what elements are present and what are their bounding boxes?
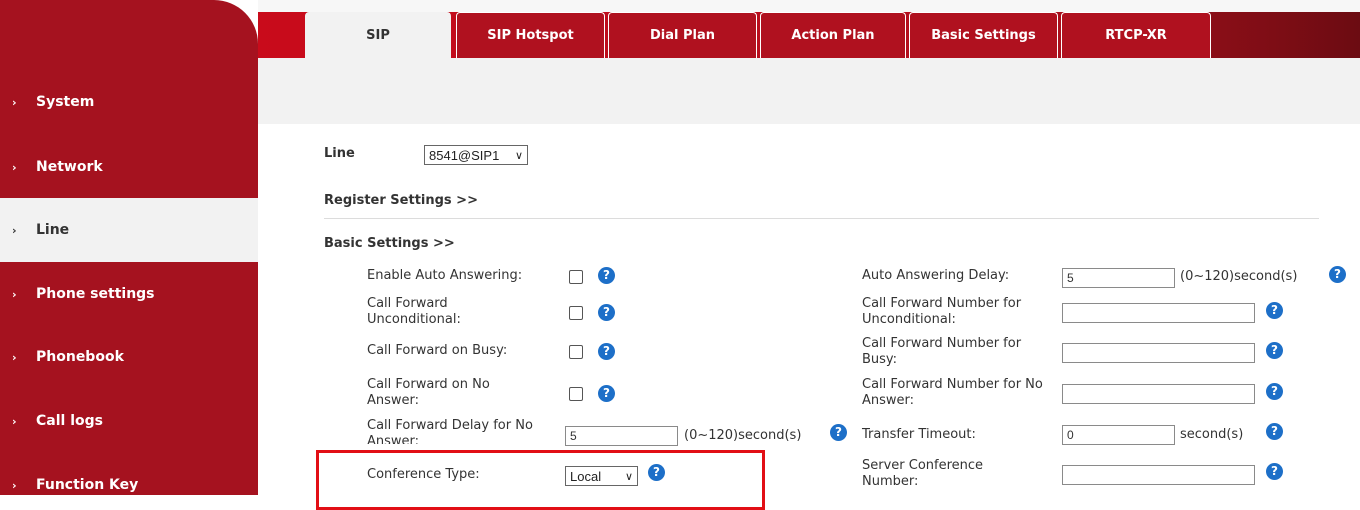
- sidebar-item-call-logs[interactable]: › Call logs: [0, 389, 258, 453]
- cf-number-no-answer-label: Call Forward Number for No Answer:: [862, 377, 1043, 408]
- help-icon[interactable]: ?: [1266, 383, 1283, 400]
- sidebar-item-network[interactable]: › Network: [0, 135, 258, 199]
- cf-delay-label: Call Forward Delay for No Answer:: [367, 418, 533, 444]
- sidebar-item-function-key[interactable]: › Function Key: [0, 453, 258, 495]
- cf-number-busy-label: Call Forward Number for Busy:: [862, 336, 1022, 367]
- cf-unconditional-checkbox[interactable]: [569, 306, 583, 320]
- sidebar-item-phonebook[interactable]: › Phonebook: [0, 325, 258, 389]
- cf-no-answer-checkbox[interactable]: [569, 387, 583, 401]
- enable-auto-answering-checkbox[interactable]: [569, 270, 583, 284]
- sidebar-item-system[interactable]: › System: [0, 70, 258, 134]
- section-divider: [324, 218, 1319, 219]
- server-conference-number-input[interactable]: [1062, 465, 1255, 485]
- cf-number-no-answer-input[interactable]: [1062, 384, 1255, 404]
- help-icon[interactable]: ?: [598, 343, 615, 360]
- register-settings-link[interactable]: Register Settings >>: [324, 193, 478, 209]
- sidebar-item-label: Function Key: [36, 477, 139, 493]
- cf-number-unconditional-label: Call Forward Number for Unconditional:: [862, 296, 1022, 327]
- auto-answer-delay-label: Auto Answering Delay:: [862, 268, 1010, 283]
- help-icon[interactable]: ?: [1266, 342, 1283, 359]
- line-select-value: 8541@SIP1: [429, 147, 500, 163]
- sidebar-item-phone-settings[interactable]: › Phone settings: [0, 262, 258, 326]
- sidebar-item-label: Call logs: [36, 413, 103, 429]
- chevron-right-icon: ›: [12, 350, 17, 364]
- cf-busy-checkbox[interactable]: [569, 345, 583, 359]
- transfer-timeout-label: Transfer Timeout:: [862, 427, 976, 442]
- auto-answer-delay-input[interactable]: 5: [1062, 268, 1175, 288]
- sidebar-item-label: System: [36, 94, 95, 110]
- sidebar-item-label: Phone settings: [36, 286, 155, 302]
- help-icon[interactable]: ?: [598, 267, 615, 284]
- help-icon[interactable]: ?: [1266, 302, 1283, 319]
- transfer-timeout-input[interactable]: 0: [1062, 425, 1175, 445]
- enable-auto-answering-label: Enable Auto Answering:: [367, 268, 523, 283]
- chevron-right-icon: ›: [12, 414, 17, 428]
- line-label: Line: [324, 146, 355, 161]
- cf-delay-input[interactable]: 5: [565, 426, 678, 446]
- sidebar: › System › Network › Line › Phone settin…: [0, 0, 258, 495]
- tab-action-plan[interactable]: Action Plan: [760, 12, 906, 58]
- cf-busy-label: Call Forward on Busy:: [367, 343, 508, 358]
- chevron-right-icon: ›: [12, 95, 17, 109]
- sidebar-item-label: Network: [36, 159, 103, 175]
- sidebar-item-label: Phonebook: [36, 349, 124, 365]
- help-icon[interactable]: ?: [598, 304, 615, 321]
- transfer-timeout-unit: second(s): [1180, 427, 1244, 442]
- sidebar-item-label: Line: [36, 222, 70, 238]
- cf-number-unconditional-input[interactable]: [1062, 303, 1255, 323]
- help-icon[interactable]: ?: [1266, 463, 1283, 480]
- tab-rtcp-xr[interactable]: RTCP-XR: [1061, 12, 1211, 58]
- help-icon[interactable]: ?: [1329, 266, 1346, 283]
- chevron-right-icon: ›: [12, 478, 17, 492]
- line-select[interactable]: 8541@SIP1 ∨: [424, 145, 528, 165]
- help-icon[interactable]: ?: [598, 385, 615, 402]
- help-icon[interactable]: ?: [1266, 423, 1283, 440]
- tab-dial-plan[interactable]: Dial Plan: [608, 12, 757, 58]
- chevron-right-icon: ›: [12, 287, 17, 301]
- content-header-band: [258, 58, 1360, 124]
- tab-sip-hotspot[interactable]: SIP Hotspot: [456, 12, 605, 58]
- cf-delay-unit: (0~120)second(s): [684, 428, 802, 443]
- auto-answer-delay-unit: (0~120)second(s): [1180, 269, 1298, 284]
- highlight-box: [316, 450, 765, 510]
- chevron-right-icon: ›: [12, 160, 17, 174]
- tab-sip[interactable]: SIP: [305, 12, 451, 58]
- cf-no-answer-label: Call Forward on No Answer:: [367, 377, 490, 408]
- tab-basic-settings[interactable]: Basic Settings: [909, 12, 1058, 58]
- chevron-down-icon: ∨: [514, 149, 523, 162]
- cf-unconditional-label: Call Forward Unconditional:: [367, 296, 461, 327]
- basic-settings-heading[interactable]: Basic Settings >>: [324, 236, 455, 252]
- server-conference-number-label: Server Conference Number:: [862, 458, 984, 489]
- cf-number-busy-input[interactable]: [1062, 343, 1255, 363]
- help-icon[interactable]: ?: [830, 424, 847, 441]
- sidebar-item-line[interactable]: › Line: [0, 198, 258, 262]
- chevron-right-icon: ›: [12, 223, 17, 237]
